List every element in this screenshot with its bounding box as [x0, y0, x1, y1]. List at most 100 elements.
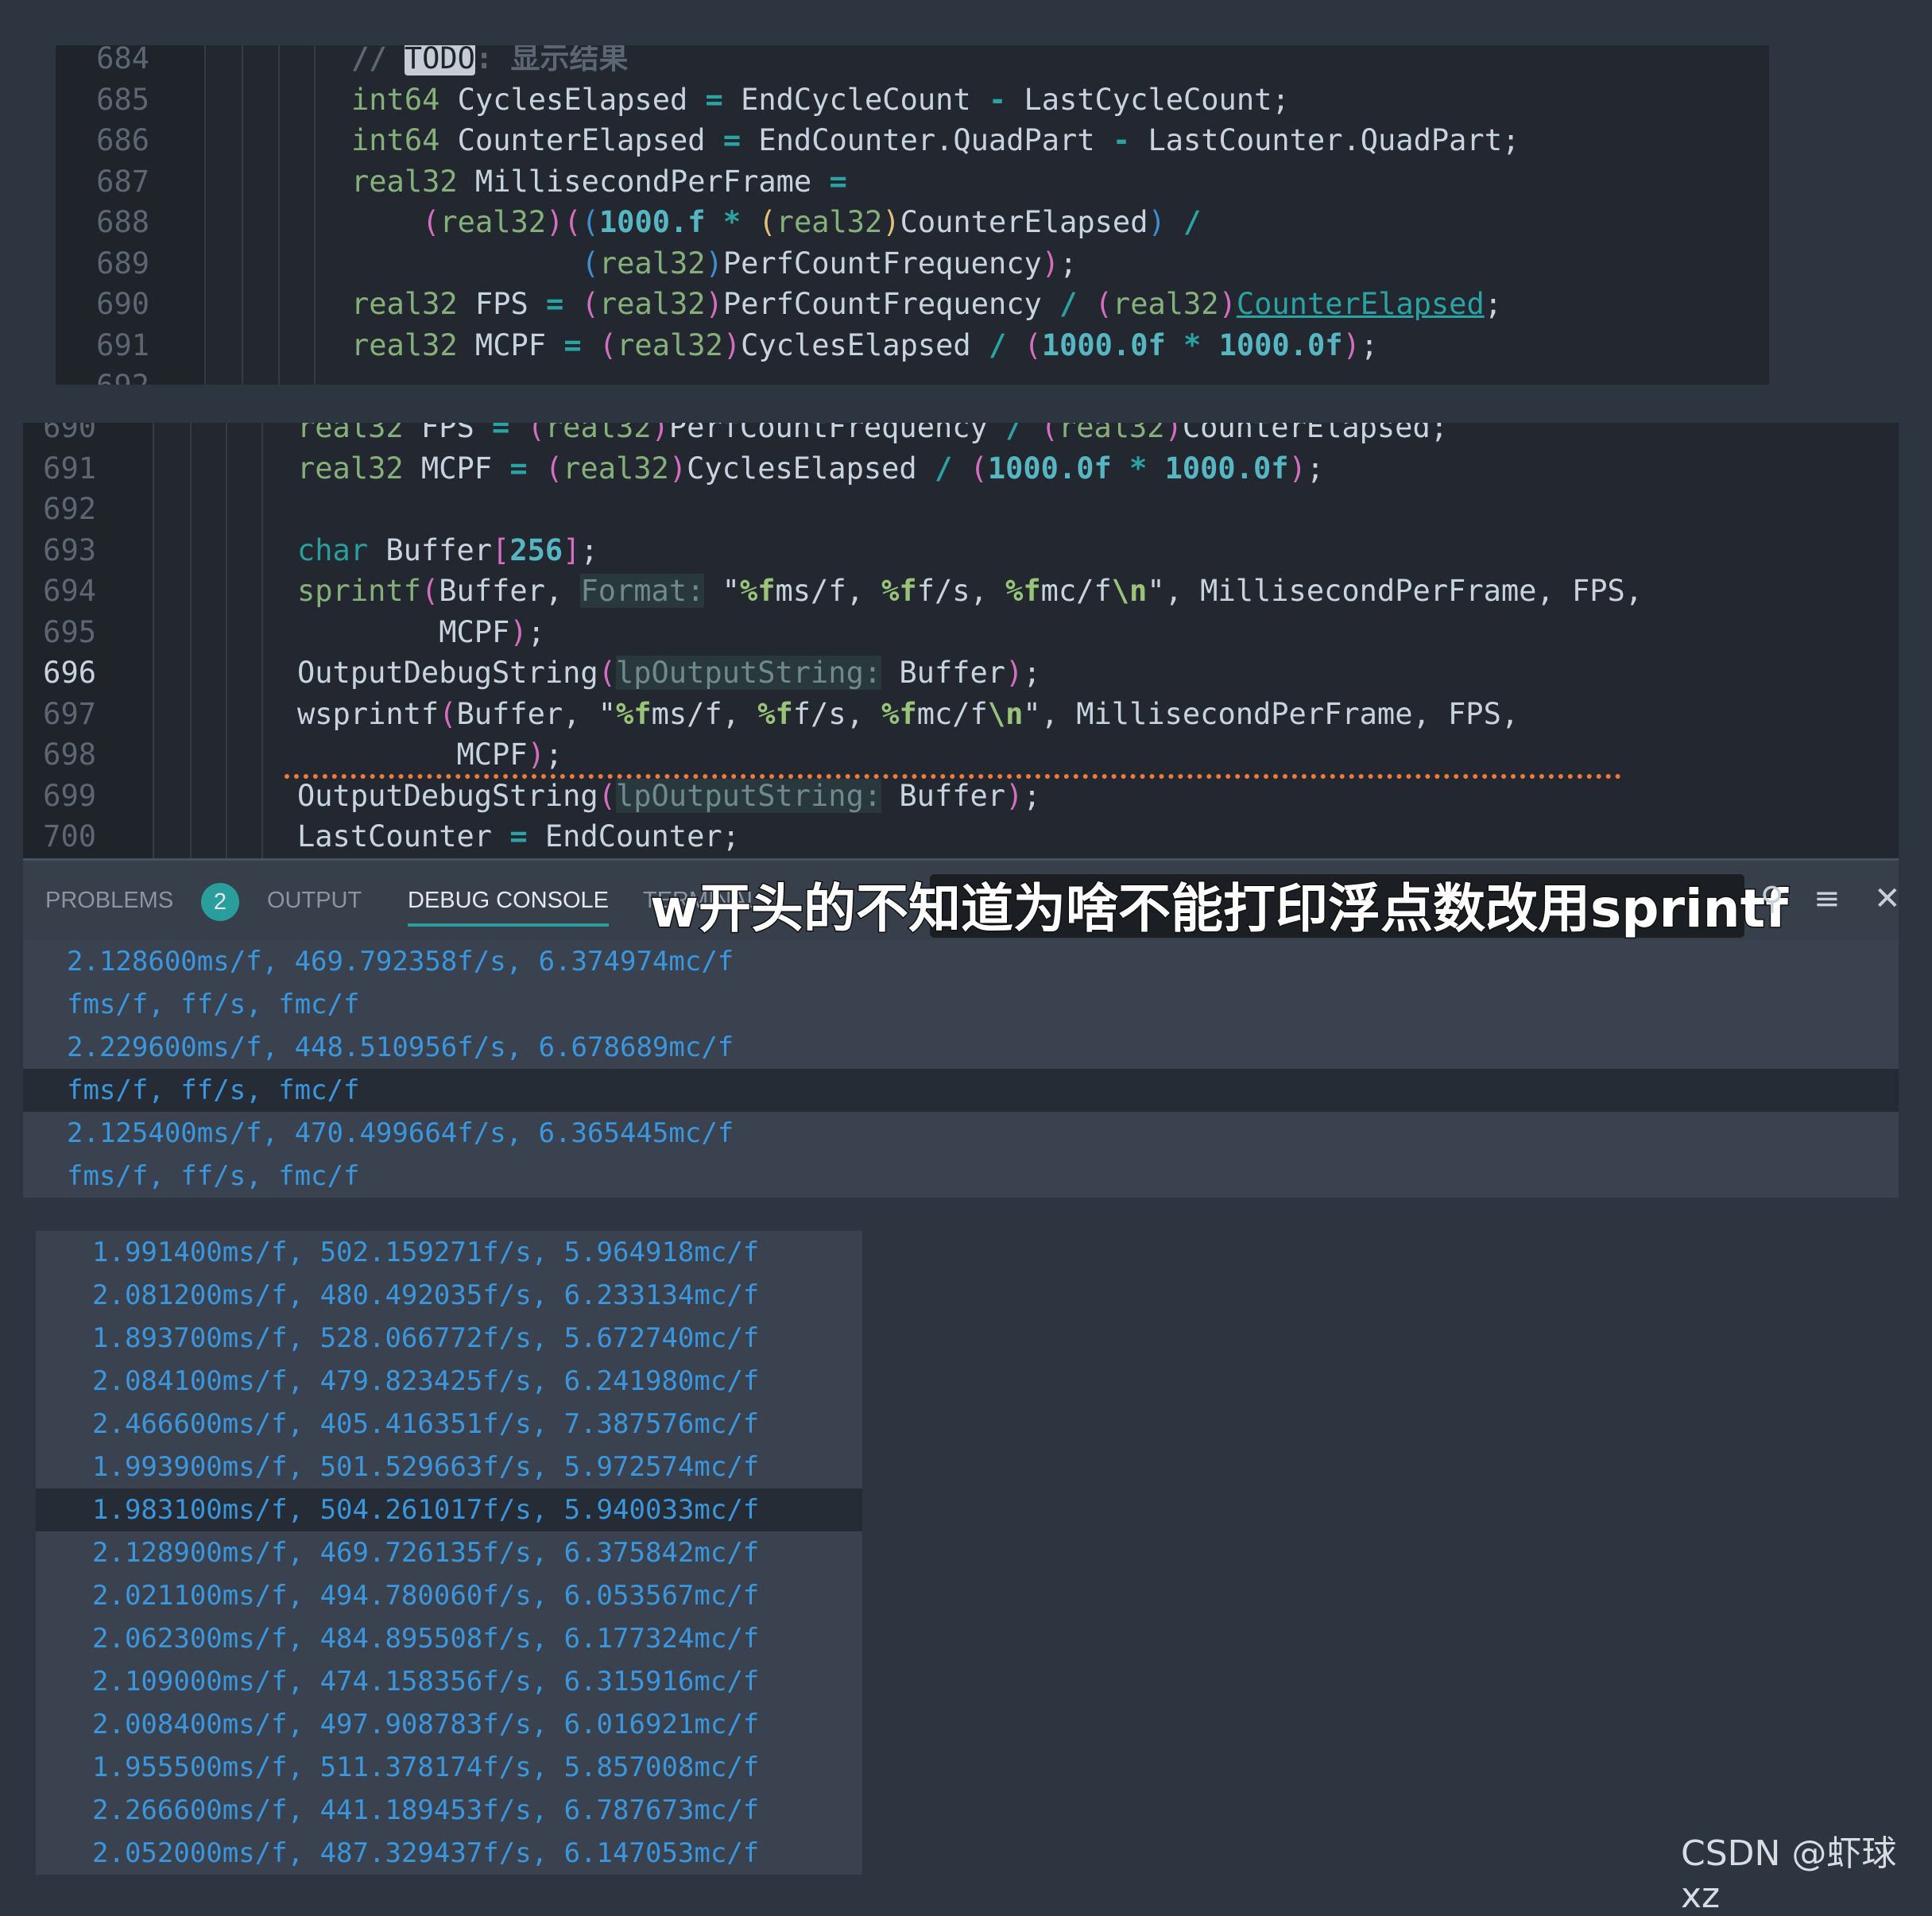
tab-debug-console[interactable]: DEBUG CONSOLE — [408, 888, 609, 927]
console-line: fms/f, ff/s, fmc/f — [23, 1069, 1899, 1112]
code-token: PerfCountFrequency — [722, 287, 1060, 322]
console-line: 2.128600ms/f, 469.792358f/s, 6.374974mc/… — [23, 940, 1899, 983]
console-line: 1.993900ms/f, 501.529663f/s, 5.972574mc/… — [36, 1446, 862, 1488]
code-line[interactable]: 695 MCPF); — [23, 612, 1899, 653]
line-number: 699 — [43, 778, 96, 813]
line-number: 687 — [96, 164, 149, 199]
line-number: 688 — [96, 205, 149, 240]
code-token: 256 — [509, 532, 563, 567]
code-line[interactable]: 690 real32 FPS = (real32)PerfCountFrequen… — [23, 423, 1899, 448]
code-text: MCPF); — [297, 612, 545, 653]
code-token: ms/f, — [775, 574, 882, 609]
code-line[interactable]: 700 LastCounter = EndCounter; — [23, 816, 1899, 857]
code-token: ( — [598, 778, 616, 813]
code-token: %f — [616, 696, 652, 731]
code-token: = — [509, 819, 528, 854]
code-token: real32 — [297, 423, 404, 445]
code-token: OutputDebugString — [297, 656, 598, 691]
line-number: 685 — [96, 82, 149, 117]
code-line[interactable]: 697 wsprintf(Buffer, "%fms/f, %ff/s, %fmc… — [23, 694, 1899, 735]
code-token: / — [988, 327, 1007, 362]
code-token: ( — [581, 205, 599, 240]
code-line[interactable]: 691 real32 MCPF = (real32)CyclesElapsed /… — [56, 325, 1769, 366]
editor-main[interactable]: 690 real32 FPS = (real32)PerfCountFrequen… — [23, 423, 1899, 858]
code-token: " — [1023, 696, 1041, 731]
code-text: real32 MCPF = (real32)CyclesElapsed / (1… — [297, 448, 1324, 490]
code-token: = — [509, 451, 528, 486]
code-token: %f — [881, 574, 917, 609]
code-line[interactable]: 694 sprintf(Buffer, Format: "%fms/f, %ff/… — [23, 571, 1899, 612]
code-line[interactable]: 688 (real32)((1000.f * (real32)CounterEl… — [56, 202, 1769, 243]
code-token: ) — [1148, 205, 1166, 240]
code-token: %f — [1005, 574, 1041, 609]
code-line[interactable]: 685 int64 CyclesElapsed = EndCycleCount -… — [56, 79, 1769, 121]
code-line[interactable]: 696 OutputDebugString(lpOutputString: Buf… — [23, 652, 1899, 694]
code-token: ) — [1005, 656, 1024, 691]
code-token: MillisecondPerFrame — [457, 164, 830, 199]
code-token: CounterElapsed; — [1182, 423, 1448, 445]
console-line: fms/f, ff/s, fmc/f — [23, 1155, 1899, 1198]
console-line: 2.229600ms/f, 448.510956f/s, 6.678689mc/… — [23, 1026, 1899, 1069]
code-token: %f — [881, 696, 917, 731]
console-line: 2.466600ms/f, 405.416351f/s, 7.387576mc/… — [36, 1403, 862, 1446]
code-token: [ — [492, 532, 510, 567]
code-token: ) — [1005, 778, 1024, 813]
code-token: ) — [651, 423, 669, 445]
console-line: 2.266600ms/f, 441.189453f/s, 6.787673mc/… — [36, 1789, 862, 1832]
code-token: * — [1129, 451, 1148, 486]
code-token: f/s, — [916, 574, 1006, 609]
code-line[interactable]: 692 — [56, 366, 1769, 385]
line-number: 691 — [43, 451, 96, 486]
console-line: fms/f, ff/s, fmc/f — [23, 983, 1899, 1026]
code-text: (real32)PerfCountFrequency); — [351, 243, 1078, 284]
code-token: ( — [563, 205, 582, 240]
code-token: Buffer, — [439, 574, 581, 609]
code-token: ( — [439, 696, 457, 731]
tab-problems[interactable]: PROBLEMS — [45, 888, 173, 914]
console-line: 2.008400ms/f, 497.908783f/s, 6.016921mc/… — [36, 1703, 862, 1746]
code-line[interactable]: 691 real32 MCPF = (real32)CyclesElapsed /… — [23, 448, 1899, 490]
code-token: ; — [1059, 246, 1078, 281]
clear-console-icon[interactable]: ≡ — [1814, 881, 1841, 917]
code-token: real32 — [1058, 423, 1165, 445]
code-token: ) — [722, 327, 741, 362]
code-token: : 显示结果 — [474, 45, 629, 76]
code-token: FPS — [457, 287, 547, 322]
console-line: 1.893700ms/f, 528.066772f/s, 5.672740mc/… — [36, 1317, 862, 1360]
code-token: real32 — [351, 327, 458, 362]
console-line: 2.062300ms/f, 484.895508f/s, 6.177324mc/… — [36, 1617, 862, 1660]
code-token: PerfCountFrequency — [668, 423, 1006, 445]
close-icon[interactable]: ✕ — [1874, 881, 1901, 917]
code-token: = — [563, 327, 582, 362]
line-number: 686 — [96, 123, 149, 158]
code-line[interactable]: 687 real32 MillisecondPerFrame = — [56, 161, 1769, 203]
code-line[interactable]: 684 // TODO: 显示结果 — [56, 45, 1769, 79]
code-token: / — [1005, 423, 1024, 445]
code-line[interactable]: 692 — [23, 489, 1899, 530]
code-line[interactable]: 698 MCPF); — [23, 734, 1899, 776]
tab-output[interactable]: OUTPUT — [267, 888, 362, 914]
code-token: 1000.0f — [1218, 327, 1343, 362]
code-line[interactable]: 693 char Buffer[256]; — [23, 530, 1899, 571]
console-line: 2.021100ms/f, 494.780060f/s, 6.053567mc/… — [36, 1574, 862, 1617]
code-line[interactable]: 689 (real32)PerfCountFrequency); — [56, 243, 1769, 284]
code-token: real32 — [598, 287, 706, 322]
code-token: PerfCountFrequency — [722, 246, 1042, 281]
code-token: ( — [544, 451, 563, 486]
search-icon[interactable]: ⚲ — [1760, 881, 1783, 917]
code-line[interactable]: 690 real32 FPS = (real32)PerfCountFrequen… — [56, 284, 1769, 325]
debug-console-output[interactable]: 2.128600ms/f, 469.792358f/s, 6.374974mc/… — [23, 940, 1899, 1198]
warning-squiggle — [285, 774, 1621, 779]
code-token: / — [1059, 287, 1078, 322]
code-line[interactable]: 699 OutputDebugString(lpOutputString: Buf… — [23, 776, 1899, 817]
code-token: 1000.0f — [1164, 451, 1289, 486]
code-line[interactable]: 686 int64 CounterElapsed = EndCounter.Qua… — [56, 120, 1769, 161]
console-line: 2.125400ms/f, 470.499664f/s, 6.365445mc/… — [23, 1112, 1899, 1155]
